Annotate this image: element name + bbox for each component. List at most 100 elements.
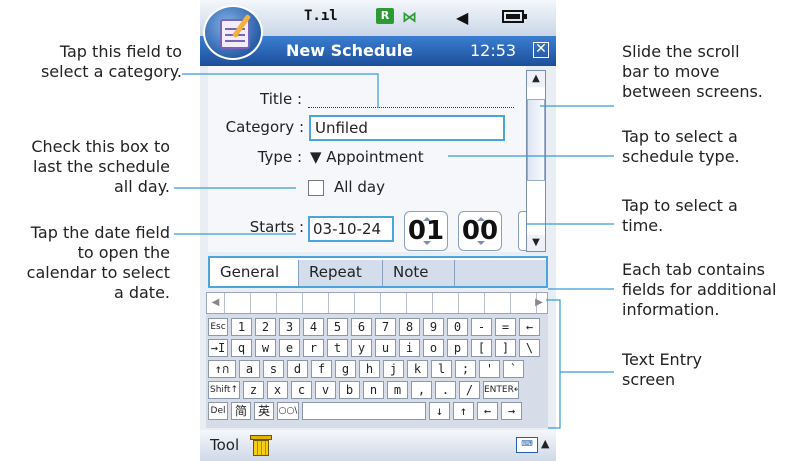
key[interactable]: d — [287, 360, 308, 378]
key[interactable]: ENTER↵ — [483, 381, 519, 399]
key[interactable]: 0 — [447, 318, 468, 336]
key[interactable]: 简 — [231, 402, 251, 420]
key[interactable]: e — [279, 339, 300, 357]
speaker-icon: ◀ — [456, 8, 469, 27]
clock: 12:53 — [470, 41, 517, 60]
key[interactable]: ; — [455, 360, 476, 378]
tool-menu-button[interactable]: Tool — [210, 436, 239, 454]
tab-general[interactable]: General — [210, 260, 298, 286]
category-field[interactable]: Unfiled — [309, 115, 505, 141]
candidate-slot[interactable] — [433, 293, 459, 313]
scroll-up-button[interactable]: ▲ — [527, 71, 545, 87]
tab-note[interactable]: Note — [382, 260, 454, 286]
key[interactable]: h — [359, 360, 380, 378]
key[interactable]: ← — [477, 402, 498, 420]
candidate-slot[interactable] — [355, 293, 381, 313]
key[interactable]: 3 — [279, 318, 300, 336]
candidate-slot[interactable] — [381, 293, 407, 313]
key[interactable]: → — [501, 402, 522, 420]
key[interactable]: g — [335, 360, 356, 378]
key[interactable]: = — [495, 318, 516, 336]
scrollbar[interactable]: ▲ ▼ — [526, 70, 546, 252]
key[interactable]: 7 — [375, 318, 396, 336]
title-field[interactable] — [308, 107, 514, 108]
scroll-thumb[interactable] — [527, 99, 545, 181]
key[interactable]: / — [459, 381, 480, 399]
key[interactable]: 1 — [231, 318, 252, 336]
key[interactable]: j — [383, 360, 404, 378]
type-dropdown[interactable]: ▼ Appointment — [310, 148, 424, 166]
key[interactable]: ↓ — [429, 402, 450, 420]
candidate-left-arrow[interactable]: ◀ — [207, 293, 225, 313]
key[interactable]: ○○\ — [277, 402, 299, 420]
hour-spinner[interactable]: 01 — [404, 211, 448, 251]
candidate-slot[interactable] — [485, 293, 511, 313]
input-menu-arrow-icon[interactable]: ▲ — [541, 437, 549, 450]
key[interactable]: [ — [471, 339, 492, 357]
key[interactable]: a — [239, 360, 260, 378]
key[interactable]: ' — [479, 360, 500, 378]
keyboard-icon[interactable]: ⌨ — [516, 437, 538, 453]
key[interactable]: ] — [495, 339, 516, 357]
key[interactable]: Shift↑ — [208, 381, 240, 399]
key[interactable]: k — [407, 360, 428, 378]
key[interactable]: x — [267, 381, 288, 399]
key[interactable]: o — [423, 339, 444, 357]
tab-repeat[interactable]: Repeat — [298, 260, 382, 286]
key[interactable]: 4 — [303, 318, 324, 336]
candidate-slot[interactable] — [277, 293, 303, 313]
key[interactable]: ↑ก — [208, 360, 236, 378]
key[interactable]: n — [363, 381, 384, 399]
key[interactable]: f — [311, 360, 332, 378]
candidate-slot[interactable] — [407, 293, 433, 313]
key[interactable]: p — [447, 339, 468, 357]
schedule-app-icon[interactable] — [203, 5, 263, 60]
tab-strip-filler — [454, 260, 546, 286]
close-icon[interactable]: ✕ — [533, 42, 549, 58]
text-entry-keyboard: ◀ ▶ Esc 1 2 3 4 5 6 7 8 9 0- = ← →I q w e r t y u i o p[] \ ↑ก a s d… — [206, 292, 548, 428]
key[interactable]: u — [375, 339, 396, 357]
candidate-slot[interactable] — [251, 293, 277, 313]
key[interactable]: r — [303, 339, 324, 357]
key[interactable]: 8 — [399, 318, 420, 336]
key[interactable]: 2 — [255, 318, 276, 336]
candidate-slot[interactable] — [303, 293, 329, 313]
minute-spinner[interactable]: 00 — [458, 211, 502, 251]
candidate-slot[interactable] — [329, 293, 355, 313]
bottom-bar: Tool ⌨ ▲ — [200, 430, 556, 461]
key[interactable]: \ — [519, 339, 540, 357]
key[interactable]: t — [327, 339, 348, 357]
start-date-field[interactable]: 03-10-24 — [308, 216, 394, 242]
space-key[interactable] — [302, 402, 426, 420]
key[interactable]: i — [399, 339, 420, 357]
trash-icon[interactable] — [250, 435, 272, 456]
key[interactable]: 5 — [327, 318, 348, 336]
key[interactable]: Del — [208, 402, 228, 420]
key[interactable]: b — [339, 381, 360, 399]
candidate-slot[interactable] — [225, 293, 251, 313]
key[interactable]: z — [243, 381, 264, 399]
key[interactable]: ` — [503, 360, 524, 378]
key[interactable]: - — [471, 318, 492, 336]
key[interactable]: , — [411, 381, 432, 399]
scroll-down-button[interactable]: ▼ — [527, 235, 545, 251]
key[interactable]: Esc — [208, 318, 228, 336]
candidate-slot[interactable] — [459, 293, 485, 313]
key[interactable]: l — [431, 360, 452, 378]
key[interactable]: m — [387, 381, 408, 399]
key[interactable]: 英 — [254, 402, 274, 420]
key[interactable]: v — [315, 381, 336, 399]
key[interactable]: ← — [519, 318, 540, 336]
key[interactable]: →I — [208, 339, 228, 357]
key[interactable]: c — [291, 381, 312, 399]
key[interactable]: ↑ — [453, 402, 474, 420]
candidate-right-arrow[interactable]: ▶ — [531, 293, 547, 313]
key[interactable]: s — [263, 360, 284, 378]
key[interactable]: y — [351, 339, 372, 357]
allday-checkbox[interactable] — [308, 180, 324, 196]
key[interactable]: w — [255, 339, 276, 357]
key[interactable]: 9 — [423, 318, 444, 336]
key[interactable]: . — [435, 381, 456, 399]
key[interactable]: 6 — [351, 318, 372, 336]
key[interactable]: q — [231, 339, 252, 357]
